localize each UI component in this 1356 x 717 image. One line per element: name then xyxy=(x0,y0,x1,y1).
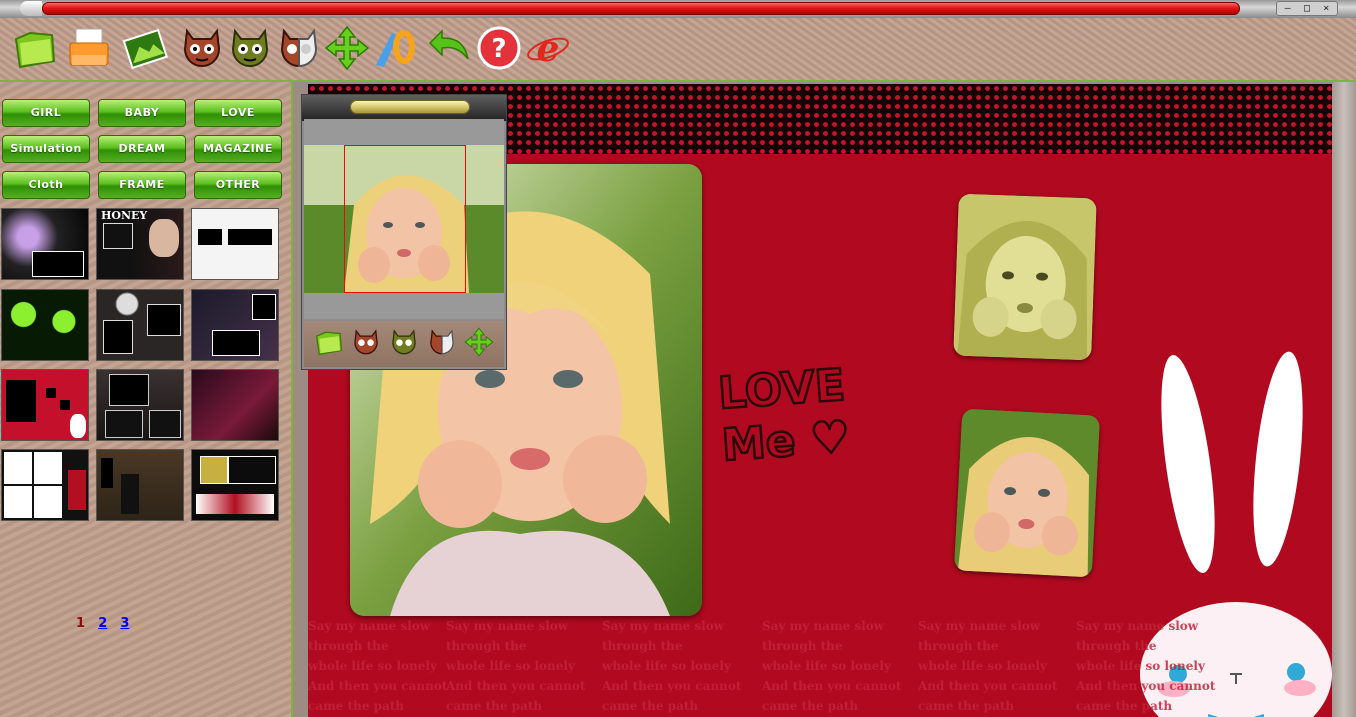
category-frame-button[interactable]: FRAME xyxy=(98,171,186,199)
mask-red-icon[interactable] xyxy=(179,24,225,72)
template-thumbnail[interactable] xyxy=(1,289,89,361)
thumbnail-caption: HONEY xyxy=(101,209,148,222)
category-simulation-button[interactable]: Simulation xyxy=(2,135,90,163)
template-thumbnail[interactable] xyxy=(191,289,279,361)
category-other-button[interactable]: OTHER xyxy=(194,171,282,199)
navigator-toolbar xyxy=(304,321,504,367)
template-thumbnail[interactable] xyxy=(1,369,89,441)
sepia-photo[interactable] xyxy=(953,193,1097,361)
template-thumbnail[interactable] xyxy=(191,449,279,521)
svg-text:e: e xyxy=(537,28,560,70)
title-bar-drag-area[interactable] xyxy=(42,2,1240,15)
navigator-drag-handle[interactable] xyxy=(350,100,470,114)
category-baby-button[interactable]: BABY xyxy=(98,99,186,127)
title-bar-cap xyxy=(20,1,42,16)
main-toolbar: ? e xyxy=(0,18,1356,82)
page-link-2[interactable]: 2 xyxy=(98,616,107,631)
mask-half-icon[interactable] xyxy=(276,24,322,72)
template-thumbnail[interactable] xyxy=(96,449,184,521)
category-love-button[interactable]: LOVE xyxy=(194,99,282,127)
poem-text-column: Say my name slow through the whole life … xyxy=(308,619,448,713)
undo-icon[interactable] xyxy=(426,24,472,72)
template-thumbnail[interactable] xyxy=(96,369,184,441)
template-thumbnail[interactable] xyxy=(191,369,279,441)
love-me-text: LOVE Me ♥ xyxy=(715,359,853,473)
template-thumbnail[interactable]: HONEY xyxy=(96,208,184,280)
category-magazine-button[interactable]: MAGAZINE xyxy=(194,135,282,163)
template-thumbnail[interactable] xyxy=(96,289,184,361)
category-dream-button[interactable]: DREAM xyxy=(98,135,186,163)
mask-green-icon[interactable] xyxy=(227,24,273,72)
love-text-line2: Me ♥ xyxy=(719,410,853,472)
poem-text-column: Say my name slow through the whole life … xyxy=(1076,619,1216,713)
mask-half-icon[interactable] xyxy=(427,327,457,361)
category-girl-button[interactable]: GIRL xyxy=(2,99,90,127)
template-thumbnail[interactable] xyxy=(1,449,89,521)
category-cloth-button[interactable]: Cloth xyxy=(2,171,90,199)
maximize-button[interactable]: □ xyxy=(1304,3,1310,15)
window-controls: – □ × xyxy=(1276,1,1338,16)
page-current: 1 xyxy=(76,616,86,631)
poem-text-column: Say my name slow through the whole life … xyxy=(918,619,1058,713)
page-link-3[interactable]: 3 xyxy=(120,616,129,631)
mask-green-icon[interactable] xyxy=(389,327,419,361)
svg-text:?: ? xyxy=(491,34,506,64)
browser-icon[interactable]: e xyxy=(525,24,571,72)
photo-icon[interactable] xyxy=(122,24,168,72)
navigator-window xyxy=(301,94,507,370)
navigator-preview[interactable] xyxy=(304,119,504,319)
poem-text-column: Say my name slow through the whole life … xyxy=(602,619,742,713)
template-panel: GIRL BABY LOVE Simulation DREAM MAGAZINE… xyxy=(0,82,293,717)
navigator-title-bar[interactable] xyxy=(302,95,506,121)
poem-text-column: Say my name slow through the whole life … xyxy=(446,619,586,713)
print-icon[interactable] xyxy=(66,24,112,72)
open-folder-icon[interactable] xyxy=(314,327,344,361)
pagination: 1 2 3 xyxy=(76,616,138,631)
navigator-viewport-rect[interactable] xyxy=(344,145,466,293)
mask-red-icon[interactable] xyxy=(351,327,381,361)
close-button[interactable]: × xyxy=(1323,3,1329,15)
color-photo[interactable] xyxy=(953,408,1101,578)
text-color-icon[interactable] xyxy=(372,24,418,72)
minimize-button[interactable]: – xyxy=(1285,3,1291,15)
vertical-scrollbar[interactable] xyxy=(1332,82,1356,717)
template-thumbnail[interactable] xyxy=(1,208,89,280)
poem-text-column: Say my name slow through the whole life … xyxy=(762,619,902,713)
move-arrows-icon[interactable] xyxy=(464,327,494,361)
open-folder-icon[interactable] xyxy=(12,24,58,72)
title-bar[interactable]: – □ × xyxy=(0,0,1356,18)
help-icon[interactable]: ? xyxy=(476,24,522,72)
move-arrows-icon[interactable] xyxy=(324,24,370,72)
template-thumbnail[interactable] xyxy=(191,208,279,280)
love-text-line1: LOVE xyxy=(715,359,848,421)
